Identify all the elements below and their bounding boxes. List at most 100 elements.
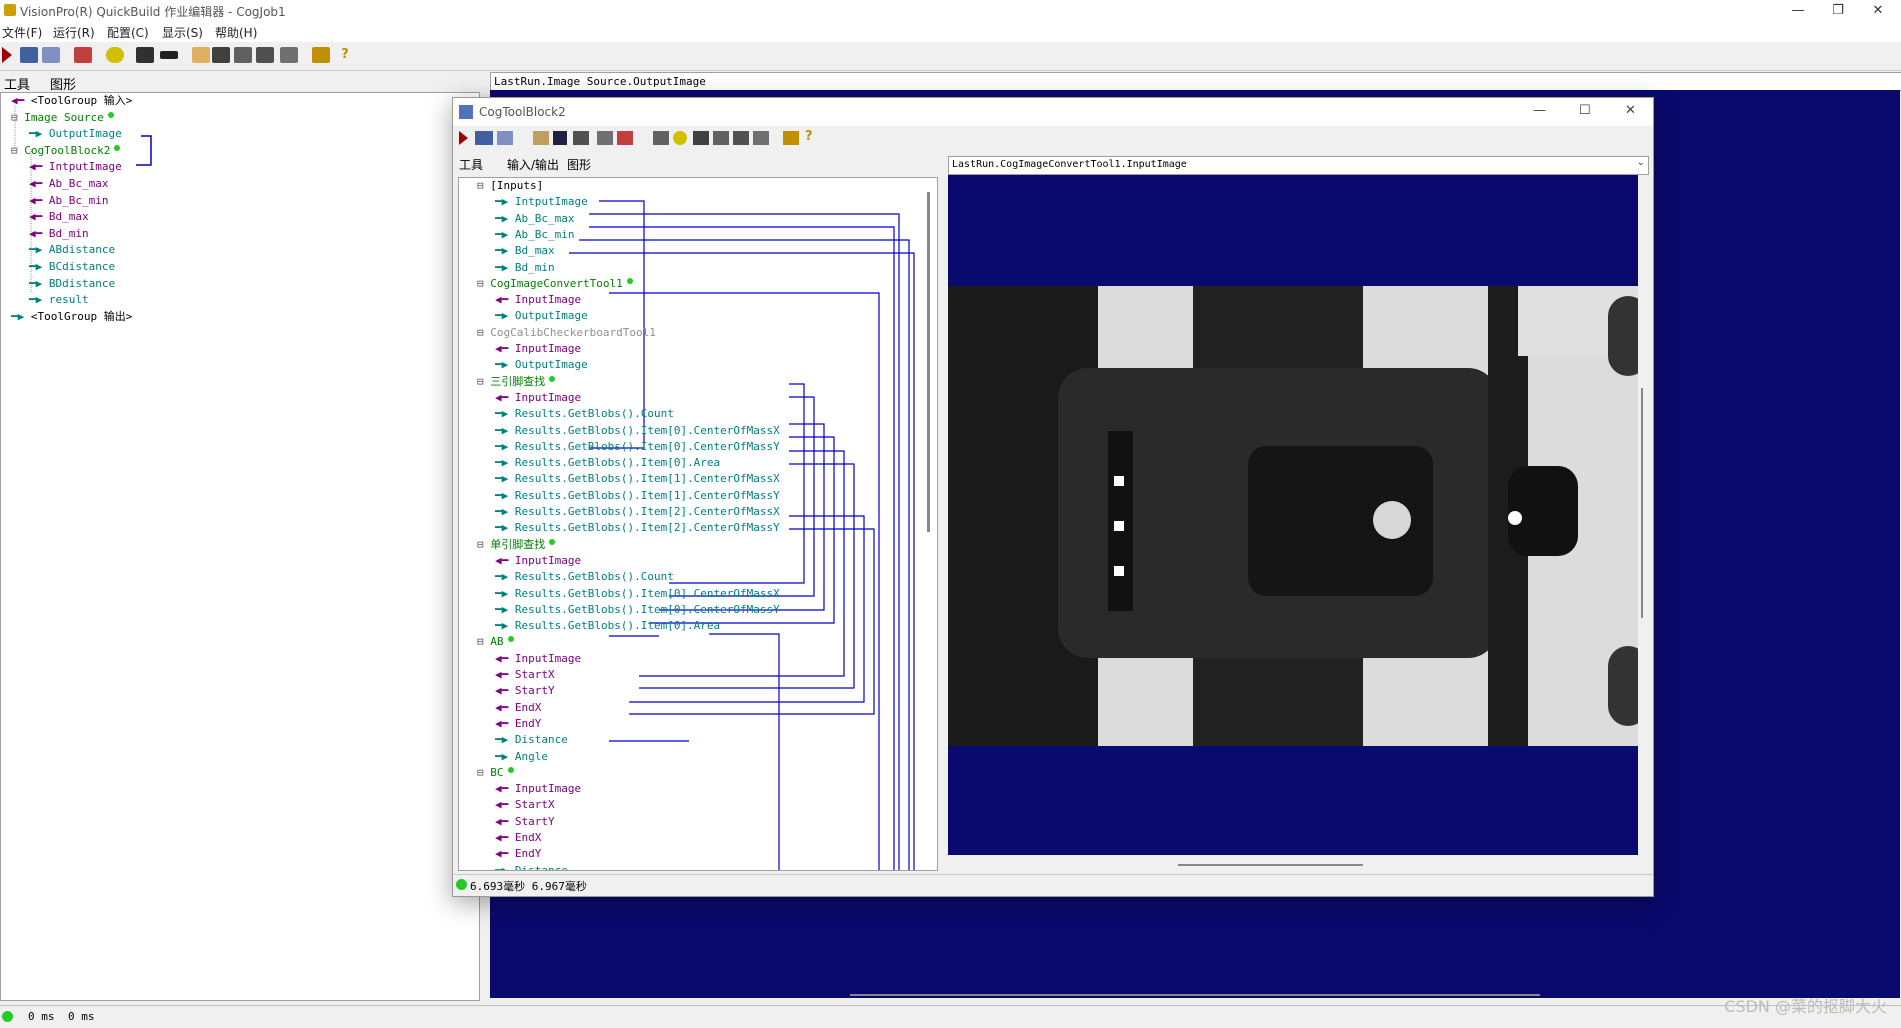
child-help-icon[interactable]: ?: [805, 129, 813, 144]
child-tools-icon[interactable]: [733, 131, 749, 145]
child-tree-row[interactable]: ━▶ Ab_Bc_max: [495, 211, 574, 227]
table-icon[interactable]: [234, 47, 252, 63]
chart-icon[interactable]: [312, 47, 330, 63]
database-icon[interactable]: [653, 131, 669, 145]
tree-scrollbar[interactable]: [927, 192, 930, 532]
tab-tools[interactable]: 工具: [4, 74, 30, 93]
child-tree-row[interactable]: ━▶ Distance: [495, 863, 568, 870]
child-tree-row[interactable]: ━▶ Results.GetBlobs().Item[0].Area: [495, 455, 720, 471]
child-image-display[interactable]: [948, 175, 1638, 855]
child-image-vscrollbar[interactable]: [1641, 388, 1643, 618]
child-tree-row[interactable]: ⊟ CogCalibCheckerboardTool1: [477, 325, 656, 341]
child-grid-icon[interactable]: [753, 131, 769, 145]
child-tree-row[interactable]: ━▶ OutputImage: [495, 357, 588, 373]
child-continuous-icon[interactable]: [475, 131, 493, 145]
counter-icon[interactable]: [212, 47, 230, 63]
child-tree-row[interactable]: ◀━ StartY: [495, 814, 555, 830]
child-tree-row[interactable]: ◀━ StartY: [495, 683, 555, 699]
child-image-scrollbar[interactable]: [1178, 864, 1363, 866]
child-tree-row[interactable]: ◀━ EndX: [495, 830, 541, 846]
open-icon[interactable]: [533, 131, 549, 145]
child-tree-row[interactable]: ━▶ Results.GetBlobs().Count: [495, 406, 674, 422]
child-tree-row[interactable]: ━▶ Results.GetBlobs().Item[1].CenterOfMa…: [495, 471, 780, 487]
main-image-selector[interactable]: LastRun.Image Source.OutputImage: [490, 72, 1901, 91]
child-tree-row[interactable]: ◀━ InputImage: [495, 341, 581, 357]
child-minimize-button[interactable]: —: [1533, 103, 1546, 118]
reset-icon[interactable]: [74, 47, 92, 63]
child-tree-row[interactable]: ━▶ Bd_max: [495, 243, 555, 259]
child-tab-graphics[interactable]: 图形: [567, 156, 591, 173]
child-tree-row[interactable]: ◀━ InputImage: [495, 390, 581, 406]
continuous-run-icon[interactable]: [20, 47, 38, 63]
tab-graphics[interactable]: 图形: [50, 74, 76, 93]
child-maximize-button[interactable]: ☐: [1579, 103, 1591, 118]
menu-view[interactable]: 显示(S): [162, 24, 203, 41]
child-tab-tools[interactable]: 工具: [459, 156, 483, 173]
child-run-icon[interactable]: [459, 131, 468, 145]
left-tree-row[interactable]: ◀━ IntputImage: [29, 159, 122, 175]
child-reset-icon[interactable]: [617, 131, 633, 145]
child-tree-row[interactable]: ◀━ StartX: [495, 667, 555, 683]
left-tree-row[interactable]: ━▶ BCdistance: [29, 259, 115, 275]
child-chart-icon[interactable]: [783, 131, 799, 145]
child-tree-row[interactable]: ◀━ EndY: [495, 846, 541, 862]
child-counter-icon[interactable]: [693, 131, 709, 145]
child-tree-row[interactable]: ━▶ IntputImage: [495, 194, 588, 210]
help-icon[interactable]: ?: [336, 47, 354, 63]
edit-icon[interactable]: [192, 47, 210, 63]
left-tree-row[interactable]: ⊟ CogToolBlock2: [11, 143, 121, 159]
child-tree-row[interactable]: ━▶ Angle: [495, 749, 548, 765]
minimize-button[interactable]: —: [1778, 0, 1818, 22]
left-tree-row[interactable]: ⊟ Image Source: [11, 110, 114, 126]
settings-icon[interactable]: [573, 131, 589, 145]
dots-icon[interactable]: [597, 131, 613, 145]
child-tree-row[interactable]: ━▶ Bd_min: [495, 260, 555, 276]
refresh-icon[interactable]: [106, 47, 124, 63]
child-tree-row[interactable]: ━▶ Results.GetBlobs().Item[0].CenterOfMa…: [495, 586, 780, 602]
child-refresh-icon[interactable]: [673, 131, 687, 145]
child-tree-row[interactable]: ◀━ InputImage: [495, 781, 581, 797]
left-tree-row[interactable]: ◀━ <ToolGroup 输入>: [11, 93, 132, 109]
left-tree-row[interactable]: ◀━ Ab_Bc_max: [29, 176, 108, 192]
child-window-icon[interactable]: [497, 131, 513, 145]
child-table-icon[interactable]: [713, 131, 729, 145]
child-tree-row[interactable]: ⊟ CogImageConvertTool1: [477, 276, 633, 292]
child-tree-row[interactable]: ⊟ AB: [477, 634, 514, 650]
child-tree-row[interactable]: ━▶ Ab_Bc_min: [495, 227, 574, 243]
left-tree-row[interactable]: ━▶ result: [29, 292, 89, 308]
child-tree-row[interactable]: ◀━ EndY: [495, 716, 541, 732]
child-tree-row[interactable]: ◀━ InputImage: [495, 553, 581, 569]
close-button[interactable]: ✕: [1858, 0, 1898, 22]
chevron-down-icon[interactable]: ⌄: [1637, 157, 1645, 168]
child-tree-row[interactable]: ━▶ Distance: [495, 732, 568, 748]
child-tree-row[interactable]: ━▶ Results.GetBlobs().Item[0].CenterOfMa…: [495, 423, 780, 439]
child-tree-row[interactable]: ━▶ OutputImage: [495, 308, 588, 324]
menu-help[interactable]: 帮助(H): [215, 24, 257, 41]
child-tree-row[interactable]: ◀━ StartX: [495, 797, 555, 813]
menu-run[interactable]: 运行(R): [53, 24, 95, 41]
tools-icon[interactable]: [256, 47, 274, 63]
child-tree-row[interactable]: ⊟ 三引脚查找: [477, 374, 556, 390]
child-tree-row[interactable]: ⊟ BC: [477, 765, 514, 781]
left-tree-row[interactable]: ━▶ <ToolGroup 输出>: [11, 309, 132, 325]
run-icon[interactable]: [2, 47, 12, 63]
child-tree-row[interactable]: ━▶ Results.GetBlobs().Item[2].CenterOfMa…: [495, 504, 780, 520]
grid-icon[interactable]: [280, 47, 298, 63]
child-image-selector[interactable]: LastRun.CogImageConvertTool1.InputImage …: [948, 156, 1649, 175]
child-tree-row[interactable]: ◀━ InputImage: [495, 292, 581, 308]
left-tree-row[interactable]: ━▶ ABdistance: [29, 242, 115, 258]
child-tree-row[interactable]: ━▶ Results.GetBlobs().Item[0].Area: [495, 618, 720, 634]
left-tree-row[interactable]: ━▶ OutputImage: [29, 126, 122, 142]
save-icon[interactable]: [553, 131, 567, 145]
child-tree-row[interactable]: ━▶ Results.GetBlobs().Item[0].CenterOfMa…: [495, 602, 780, 618]
menu-config[interactable]: 配置(C): [107, 24, 149, 41]
plug-icon[interactable]: [160, 51, 178, 59]
child-tab-io[interactable]: 输入/输出: [507, 156, 559, 173]
child-close-button[interactable]: ✕: [1625, 103, 1636, 118]
child-tree-row[interactable]: ━▶ Results.GetBlobs().Item[2].CenterOfMa…: [495, 520, 780, 536]
left-tree-row[interactable]: ◀━ Bd_max: [29, 209, 89, 225]
child-tree-row[interactable]: ⊟ [Inputs]: [477, 178, 543, 194]
child-tree-row[interactable]: ━▶ Results.GetBlobs().Item[1].CenterOfMa…: [495, 488, 780, 504]
child-tree-row[interactable]: ◀━ EndX: [495, 700, 541, 716]
restore-button[interactable]: ❐: [1818, 0, 1858, 22]
